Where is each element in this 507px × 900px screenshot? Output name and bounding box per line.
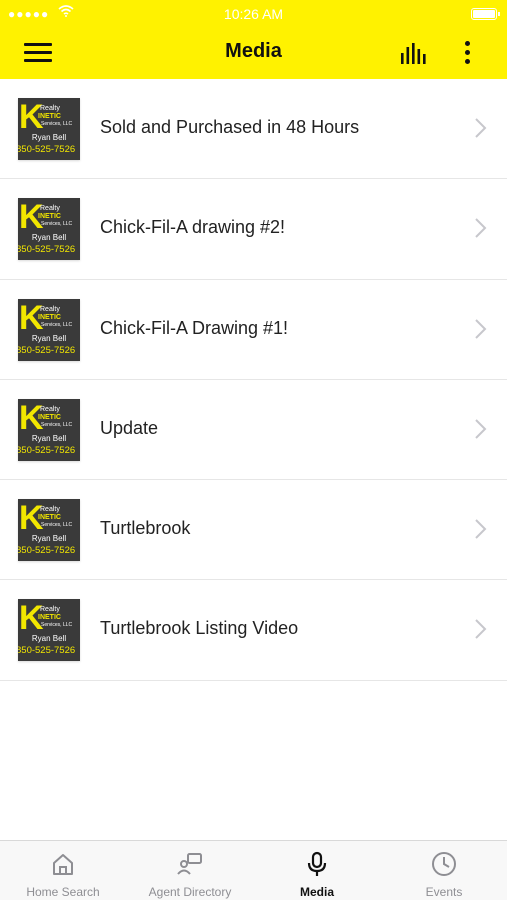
media-thumbnail: K Realty INETIC Services, LLC Ryan Bell 850-5… (18, 499, 80, 562)
microphone-icon (307, 851, 327, 876)
media-thumbnail: K Realty INETIC Services, LLC Ryan Bell 850-5… (18, 98, 80, 160)
media-thumbnail: K Realty INETIC Services, LLC Ryan Bell 850-5… (18, 599, 80, 662)
thumbnail-agent: Ryan Bell (31, 433, 67, 443)
thumbnail-brand: INETIC (38, 213, 61, 221)
chevron-right-icon (475, 619, 487, 640)
media-thumbnail: K Realty INETIC Services, LLC Ryan Bell 850-5… (18, 398, 80, 461)
media-title: Chick-Fil-A Drawing #1! (100, 317, 289, 338)
thumbnail-agent: Ryan Bell (31, 233, 67, 243)
thumbnail-realty: Realty (40, 606, 60, 614)
media-list-item[interactable]: K Realty INETIC Services, LLC Ryan Bell 850-5… (0, 79, 507, 180)
media-list: K Realty INETIC Services, LLC Ryan Bell 850-5… (0, 79, 507, 681)
media-title: Turtlebrook (100, 518, 191, 539)
thumbnail-services: Services, LLC (41, 121, 73, 127)
tab-label: Events (425, 885, 463, 899)
thumbnail-realty: Realty (40, 105, 60, 112)
media-title: Update (100, 417, 159, 438)
home-icon (53, 854, 73, 875)
media-list-item[interactable]: K Realty INETIC Services, LLC Ryan Bell 850-5… (0, 480, 507, 581)
thumbnail-phone: 850-525-7526 (18, 444, 76, 456)
navigation-bar: Media (0, 28, 507, 79)
thumbnail-brand: INETIC (38, 514, 61, 522)
thumbnail-services: Services, LLC (41, 321, 73, 328)
thumbnail-phone: 850-525-7526 (18, 645, 76, 657)
thumbnail-services: Services, LLC (41, 221, 73, 228)
media-list-item[interactable]: K Realty INETIC Services, LLC Ryan Bell 850-5… (0, 379, 507, 481)
tab-label: Media (299, 885, 334, 899)
media-thumbnail: K Realty INETIC Services, LLC Ryan Bell 850-5… (18, 198, 80, 261)
media-title: Sold and Purchased in 48 Hours (100, 117, 360, 137)
media-title: Turtlebrook Listing Video (100, 618, 299, 639)
thumbnail-agent: Ryan Bell (31, 133, 67, 142)
clock-icon (432, 852, 456, 876)
media-list-item[interactable]: K Realty INETIC Services, LLC Ryan Bell 850-5… (0, 179, 507, 280)
tab-label: Agent Directory (148, 885, 232, 899)
hamburger-menu-icon[interactable] (24, 41, 52, 63)
thumbnail-agent: Ryan Bell (31, 634, 67, 644)
thumbnail-brand: INETIC (38, 614, 61, 622)
media-list-item[interactable]: K Realty INETIC Services, LLC Ryan Bell 850-5… (0, 279, 507, 380)
thumbnail-agent: Ryan Bell (31, 333, 67, 343)
thumbnail-services: Services, LLC (41, 622, 73, 629)
agent-directory-icon (177, 853, 202, 875)
thumbnail-agent: Ryan Bell (31, 534, 67, 544)
thumbnail-brand: INETIC (38, 313, 61, 321)
thumbnail-services: Services, LLC (41, 522, 73, 529)
media-thumbnail: K Realty INETIC Services, LLC Ryan Bell 850-5… (18, 298, 80, 361)
chevron-right-icon (475, 218, 487, 239)
status-bar: ●●●●● 10:26 AM (0, 0, 507, 28)
thumbnail-realty: Realty (40, 405, 60, 413)
tab-bar: Home Search Agent Directory Media Events (0, 840, 507, 900)
chevron-right-icon (475, 318, 487, 339)
audio-levels-icon[interactable] (400, 41, 430, 65)
thumbnail-brand: INETIC (38, 113, 61, 120)
media-title: Chick-Fil-A drawing #2! (100, 217, 286, 238)
chevron-right-icon (475, 118, 487, 138)
thumbnail-realty: Realty (40, 506, 60, 514)
tab-home-search[interactable]: Home Search (0, 841, 126, 900)
tab-media[interactable]: Media (254, 841, 380, 900)
thumbnail-phone: 850-525-7526 (18, 144, 76, 155)
battery-icon (471, 8, 500, 20)
status-time: 10:26 AM (223, 6, 284, 22)
chevron-right-icon (475, 419, 487, 439)
top-bar: ●●●●● 10:26 AM Media (0, 0, 507, 79)
tab-events[interactable]: Events (381, 841, 507, 900)
thumbnail-realty: Realty (40, 205, 60, 213)
page-title: Media (225, 40, 282, 62)
tab-agent-directory[interactable]: Agent Directory (127, 841, 253, 900)
thumbnail-services: Services, LLC (41, 421, 73, 428)
thumbnail-brand: INETIC (38, 413, 61, 421)
thumbnail-realty: Realty (40, 305, 60, 313)
tab-label: Home Search (26, 885, 100, 899)
thumbnail-phone: 850-525-7526 (18, 545, 76, 557)
thumbnail-phone: 850-525-7526 (18, 344, 76, 356)
thumbnail-phone: 850-525-7526 (18, 244, 76, 256)
more-options-icon[interactable] (458, 38, 478, 68)
chevron-right-icon (475, 519, 487, 539)
media-list-item[interactable]: K Realty INETIC Services, LLC Ryan Bell 850-5… (0, 580, 507, 681)
